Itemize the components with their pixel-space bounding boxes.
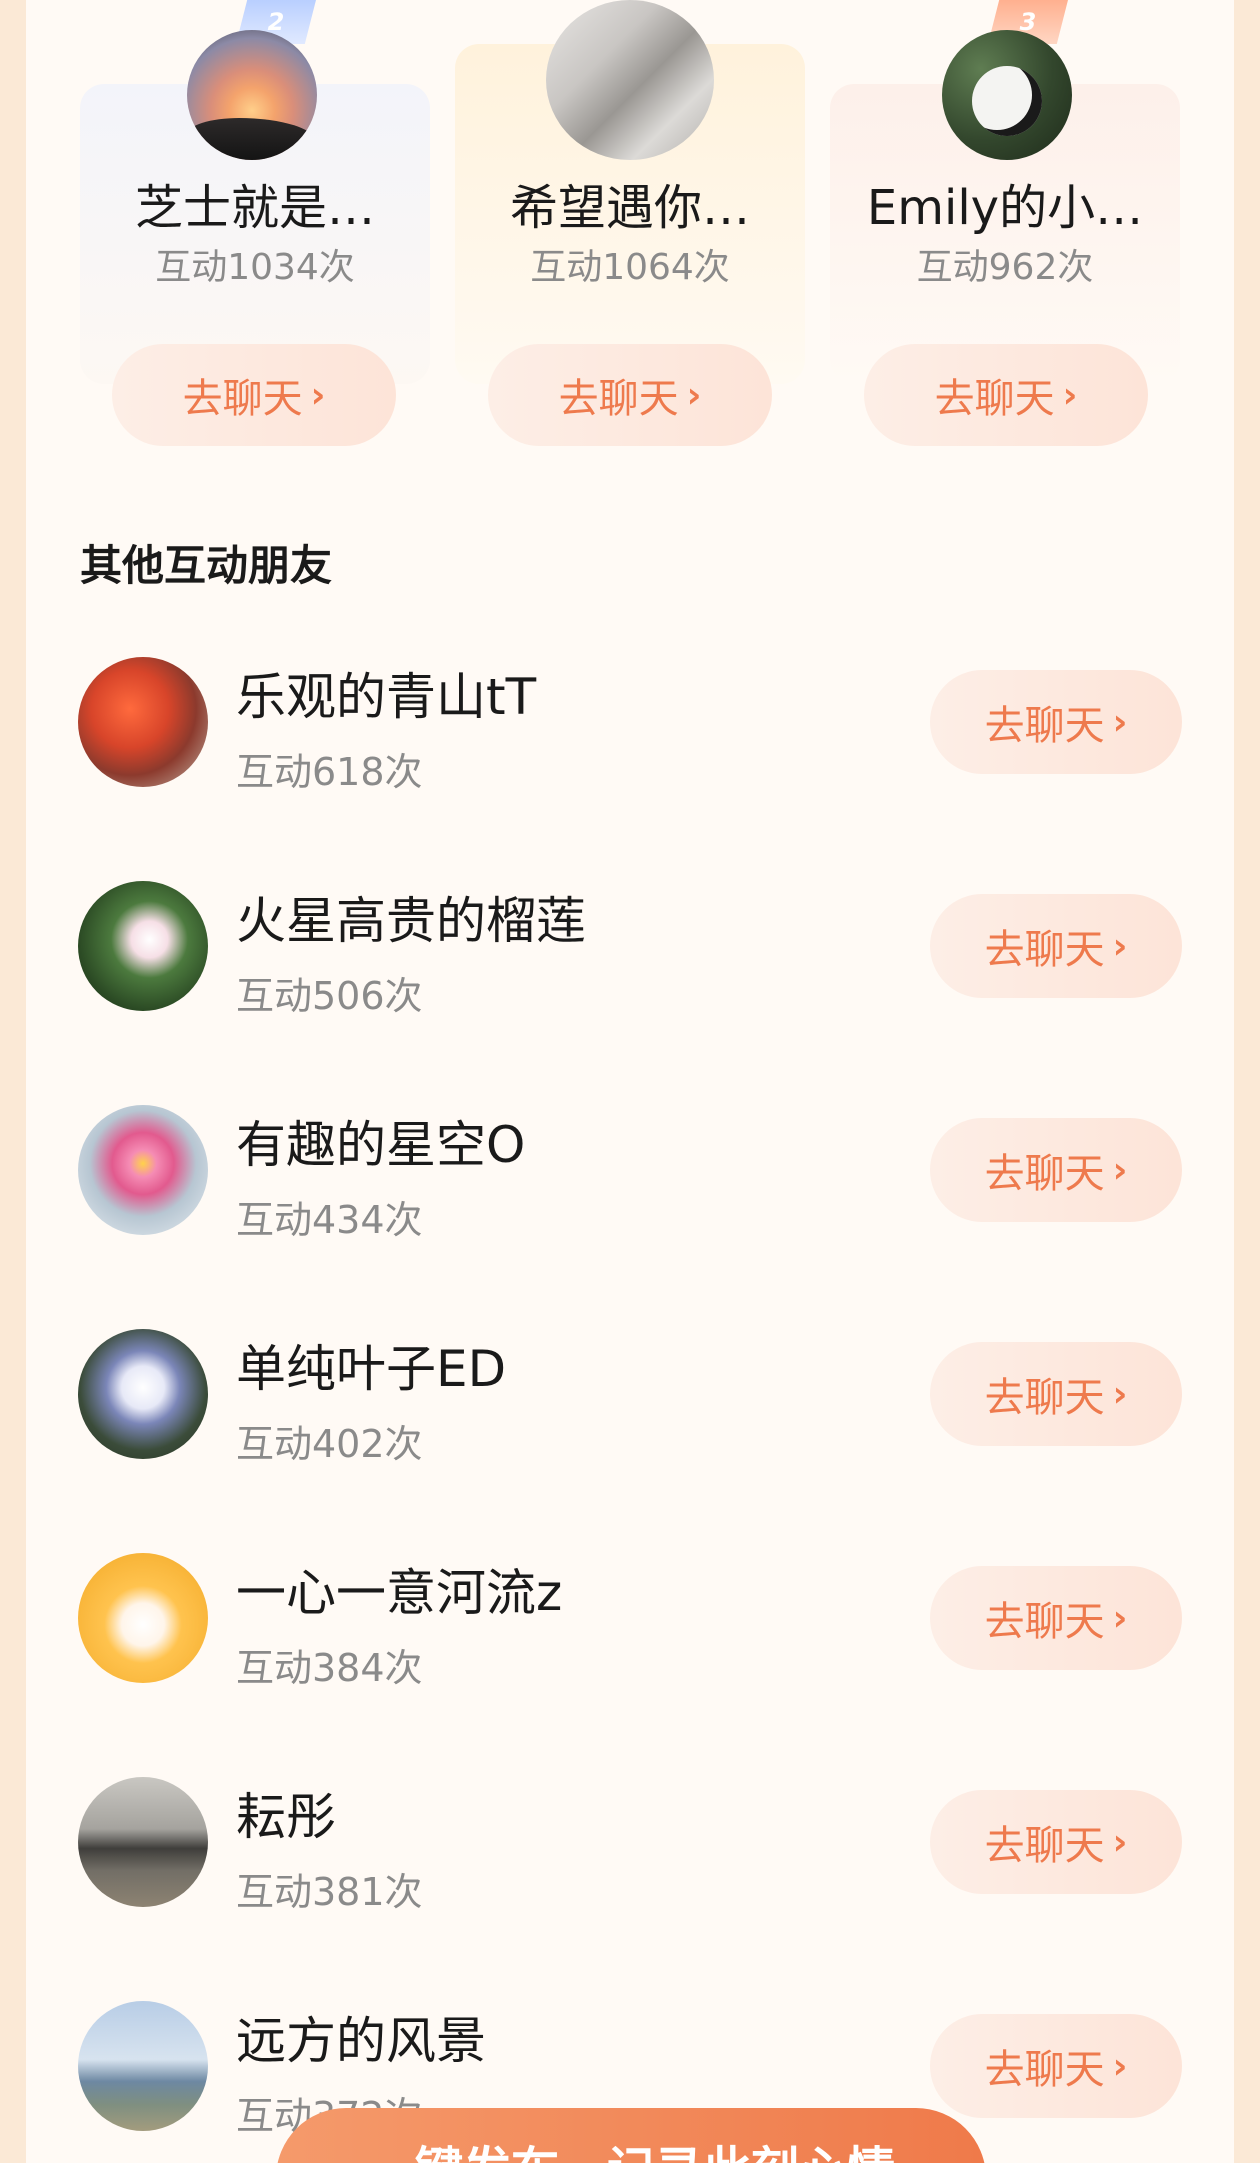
- avatar[interactable]: [78, 1329, 208, 1459]
- list-item: 单纯叶子ED 互动402次 去聊天 ›: [0, 1329, 1260, 1553]
- friend-count: 互动384次: [236, 1646, 423, 1690]
- chat-button-label: 去聊天: [984, 927, 1105, 973]
- chevron-right-icon: ›: [1112, 1597, 1128, 1639]
- chevron-right-icon: ›: [686, 374, 702, 416]
- chevron-right-icon: ›: [1112, 2045, 1128, 2087]
- friend-name: 火星高贵的榴莲: [236, 892, 586, 950]
- publish-mood-button[interactable]: 一键发布，记录此刻心情: [276, 2108, 986, 2163]
- top-friend-name: 芝士就是…: [134, 180, 375, 236]
- friend-name: 耘彤: [236, 1788, 336, 1846]
- avatar[interactable]: [942, 30, 1072, 160]
- avatar[interactable]: [187, 30, 317, 160]
- chat-button[interactable]: 去聊天 ›: [864, 344, 1148, 446]
- chat-button-label: 去聊天: [984, 1151, 1105, 1197]
- list-item: 乐观的青山tT 互动618次 去聊天 ›: [0, 657, 1260, 881]
- friend-name: 有趣的星空O: [236, 1116, 526, 1174]
- top-friend-name: Emily的小…: [866, 180, 1144, 236]
- list-item: 火星高贵的榴莲 互动506次 去聊天 ›: [0, 881, 1260, 1105]
- chat-button[interactable]: 去聊天 ›: [930, 1566, 1182, 1670]
- chat-button[interactable]: 去聊天 ›: [930, 1790, 1182, 1894]
- chat-button-label: 去聊天: [182, 376, 303, 422]
- friend-name: 乐观的青山tT: [236, 668, 537, 726]
- avatar[interactable]: [78, 657, 208, 787]
- avatar[interactable]: [78, 1553, 208, 1683]
- chat-button-label: 去聊天: [984, 1599, 1105, 1645]
- section-title: 其他互动朋友: [80, 541, 333, 590]
- avatar[interactable]: [78, 881, 208, 1011]
- chat-button[interactable]: 去聊天 ›: [112, 344, 396, 446]
- top-friend-count: 互动1064次: [530, 247, 730, 288]
- chat-button-label: 去聊天: [558, 376, 679, 422]
- chevron-right-icon: ›: [1112, 1149, 1128, 1191]
- chat-button-label: 去聊天: [984, 1375, 1105, 1421]
- friend-count: 互动618次: [236, 750, 423, 794]
- chevron-right-icon: ›: [1112, 925, 1128, 967]
- chat-button[interactable]: 去聊天 ›: [930, 894, 1182, 998]
- friend-name: 一心一意河流z: [236, 1564, 563, 1622]
- list-item: 一心一意河流z 互动384次 去聊天 ›: [0, 1553, 1260, 1777]
- top-friend-count: 互动1034次: [155, 247, 355, 288]
- friend-count: 互动381次: [236, 1870, 423, 1914]
- avatar[interactable]: [546, 0, 714, 160]
- friend-name: 单纯叶子ED: [236, 1340, 507, 1398]
- list-item: 有趣的星空O 互动434次 去聊天 ›: [0, 1105, 1260, 1329]
- friend-count: 互动434次: [236, 1198, 423, 1242]
- avatar[interactable]: [78, 1105, 208, 1235]
- chat-button[interactable]: 去聊天 ›: [488, 344, 772, 446]
- chevron-right-icon: ›: [1112, 1373, 1128, 1415]
- chevron-right-icon: ›: [1112, 1821, 1128, 1863]
- chat-button[interactable]: 去聊天 ›: [930, 1118, 1182, 1222]
- chevron-right-icon: ›: [310, 374, 326, 416]
- chevron-right-icon: ›: [1112, 701, 1128, 743]
- chat-button-label: 去聊天: [934, 376, 1055, 422]
- chat-button[interactable]: 去聊天 ›: [930, 1342, 1182, 1446]
- avatar[interactable]: [78, 2001, 208, 2131]
- list-item: 耘彤 互动381次 去聊天 ›: [0, 1777, 1260, 2001]
- chat-button[interactable]: 去聊天 ›: [930, 670, 1182, 774]
- chevron-right-icon: ›: [1062, 374, 1078, 416]
- top-friend-name: 希望遇你…: [509, 180, 750, 236]
- publish-mood-label: 一键发布，记录此刻心情: [367, 2130, 895, 2163]
- friend-count: 互动506次: [236, 974, 423, 1018]
- avatar[interactable]: [78, 1777, 208, 1907]
- chat-button-label: 去聊天: [984, 703, 1105, 749]
- friend-count: 互动402次: [236, 1422, 423, 1466]
- friend-name: 远方的风景: [236, 2012, 486, 2070]
- top-friend-count: 互动962次: [916, 247, 1094, 288]
- chat-button-label: 去聊天: [984, 1823, 1105, 1869]
- chat-button[interactable]: 去聊天 ›: [930, 2014, 1182, 2118]
- chat-button-label: 去聊天: [984, 2047, 1105, 2093]
